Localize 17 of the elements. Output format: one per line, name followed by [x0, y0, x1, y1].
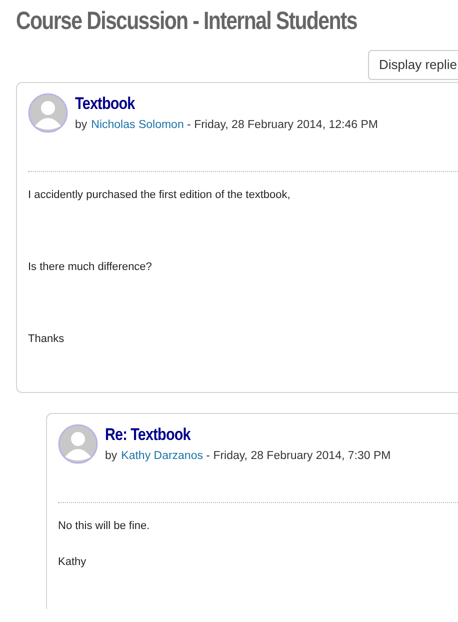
post-date: - Friday, 28 February 2014, 7:30 PM — [205, 449, 391, 464]
post-subject: Textbook — [75, 94, 136, 114]
byline-prefix: by — [75, 118, 88, 133]
post-text: Kathy — [58, 555, 88, 569]
avatar-icon — [28, 93, 68, 133]
post-text: I accidently purchased the first edition of the textbook, — [28, 188, 292, 202]
post-text: Thanks — [28, 332, 66, 346]
page-title: Course Discussion - Internal Students — [16, 6, 358, 36]
post-date: - Friday, 28 February 2014, 12:46 PM — [186, 118, 378, 133]
post-subject: Re: Textbook — [105, 425, 192, 445]
author-link[interactable]: Kathy Darzanos — [121, 448, 203, 464]
display-replies-button[interactable]: Display replie — [368, 50, 458, 80]
byline-prefix: by — [105, 449, 118, 464]
post-text: Is there much difference? — [28, 260, 153, 274]
avatar-icon — [58, 424, 98, 464]
author-link[interactable]: Nicholas Solomon — [91, 117, 184, 133]
post-text: No this will be fine. — [58, 519, 151, 533]
